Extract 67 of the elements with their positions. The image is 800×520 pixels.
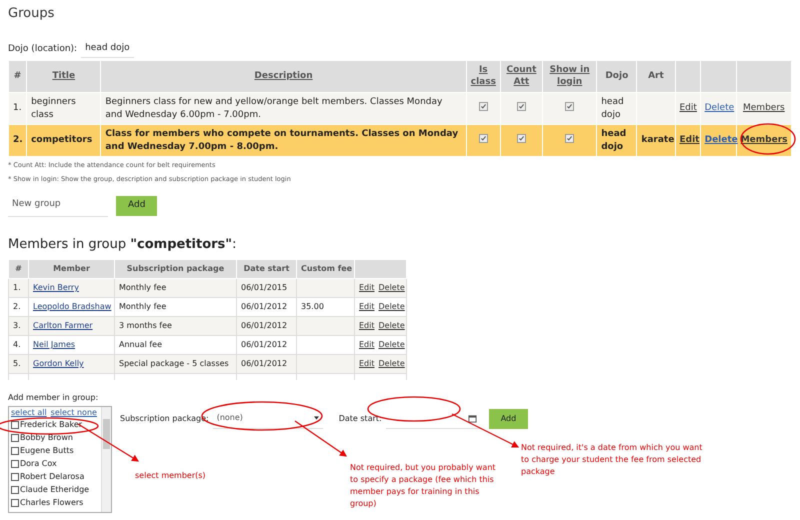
checkbox[interactable] xyxy=(478,102,488,111)
annotation-note: select member(s) xyxy=(135,470,207,482)
action-link[interactable]: Edit xyxy=(359,340,374,349)
checkbox[interactable] xyxy=(11,460,19,468)
table-cell: Class for members who compete on tournaments. Classes on Monday and Wednesday 7.00pm - 8.00pm. xyxy=(100,124,466,156)
member-option[interactable]: Bobby Brown xyxy=(20,432,73,444)
annotation-note: Not required, it's a date from which you want to charge your student the fee from selected package xyxy=(521,442,704,478)
action-link[interactable]: Delete xyxy=(378,302,405,311)
action-link[interactable]: Edit xyxy=(359,302,374,311)
checkbox[interactable] xyxy=(516,102,526,111)
new-group-field[interactable]: New group xyxy=(8,194,108,217)
action-link[interactable]: Delete xyxy=(378,359,405,368)
table-cell: karate xyxy=(641,134,674,145)
action-link[interactable]: Edit xyxy=(359,359,374,368)
table-cell: competitors xyxy=(26,124,101,156)
scrollbar[interactable] xyxy=(101,406,111,512)
add-button[interactable]: Add xyxy=(116,196,158,216)
checkbox[interactable] xyxy=(11,499,19,507)
checkbox[interactable] xyxy=(516,134,526,143)
arrow xyxy=(294,420,347,457)
highlight-ellipse xyxy=(740,123,796,155)
action-link[interactable]: Delete xyxy=(378,321,405,330)
action-link[interactable]: Edit xyxy=(359,283,374,292)
annotation-note: Not required, but you probably want to specify a package (fee which this member pays for training in this group) xyxy=(350,462,497,510)
checkbox[interactable] xyxy=(11,434,19,442)
dojo-field[interactable]: head dojo xyxy=(81,42,134,58)
member-option[interactable]: Charles Flowers xyxy=(20,497,84,509)
column-header: Member xyxy=(28,260,114,278)
table-cell: 35.00 xyxy=(301,302,324,311)
field-label: Dojo (location): xyxy=(8,43,78,56)
arrow xyxy=(452,413,520,448)
action-link[interactable]: Delete xyxy=(378,340,405,349)
checkbox[interactable] xyxy=(11,447,19,455)
column-header: Subscription package xyxy=(114,260,236,278)
column-header[interactable]: Description xyxy=(100,60,466,92)
member-option[interactable]: Robert Delarosa xyxy=(20,471,84,483)
table-cell: Special package - 5 classes xyxy=(114,354,236,374)
table-cell: 06/01/2012 xyxy=(236,354,296,374)
checkbox[interactable] xyxy=(565,102,574,111)
caret-icon xyxy=(314,416,319,420)
member-list[interactable]: select all select none Frederick Baker Bobby Brown Eugene Butts Dora Cox Robert Delarosa Claude Etheridge Charles Flowers xyxy=(8,406,112,512)
action-link[interactable]: Edit xyxy=(359,321,374,330)
select-none-link[interactable]: select none xyxy=(50,406,97,418)
section-heading: Members in group "competitors": xyxy=(8,236,238,254)
checkbox[interactable] xyxy=(11,486,19,494)
checkbox[interactable] xyxy=(11,421,19,429)
add-button[interactable]: Add xyxy=(488,408,528,428)
member-option[interactable]: Eugene Butts xyxy=(20,445,74,457)
field-label: Add member in group: xyxy=(8,392,100,404)
checkbox[interactable] xyxy=(478,134,488,143)
column-header: # xyxy=(8,260,28,278)
calendar-icon[interactable] xyxy=(468,414,477,422)
checkbox[interactable] xyxy=(565,134,574,143)
member-option[interactable]: Frederick Baker xyxy=(20,419,82,431)
table-row[interactable]: 1. beginners class Beginners class for new and yellow/orange belt members. Classes Monday and Wednesday 6.00pm - 7.00pm. head dojo Edit Delete Members xyxy=(8,92,792,124)
table-cell: head dojo xyxy=(596,124,637,156)
select-all-link[interactable]: select all xyxy=(11,406,47,418)
table-cell: 2. xyxy=(8,124,27,156)
member-option[interactable]: Claude Etheridge xyxy=(20,484,90,496)
column-header: # xyxy=(8,60,27,92)
member-option[interactable]: Dora Cox xyxy=(20,458,57,470)
action-link[interactable]: Delete xyxy=(378,283,405,292)
package-dropdown[interactable]: (none) xyxy=(212,408,323,428)
table-cell: 1. xyxy=(8,92,27,124)
table-cell: 5. xyxy=(8,354,28,374)
page-title: Groups xyxy=(8,5,56,23)
checkbox[interactable] xyxy=(11,473,19,481)
